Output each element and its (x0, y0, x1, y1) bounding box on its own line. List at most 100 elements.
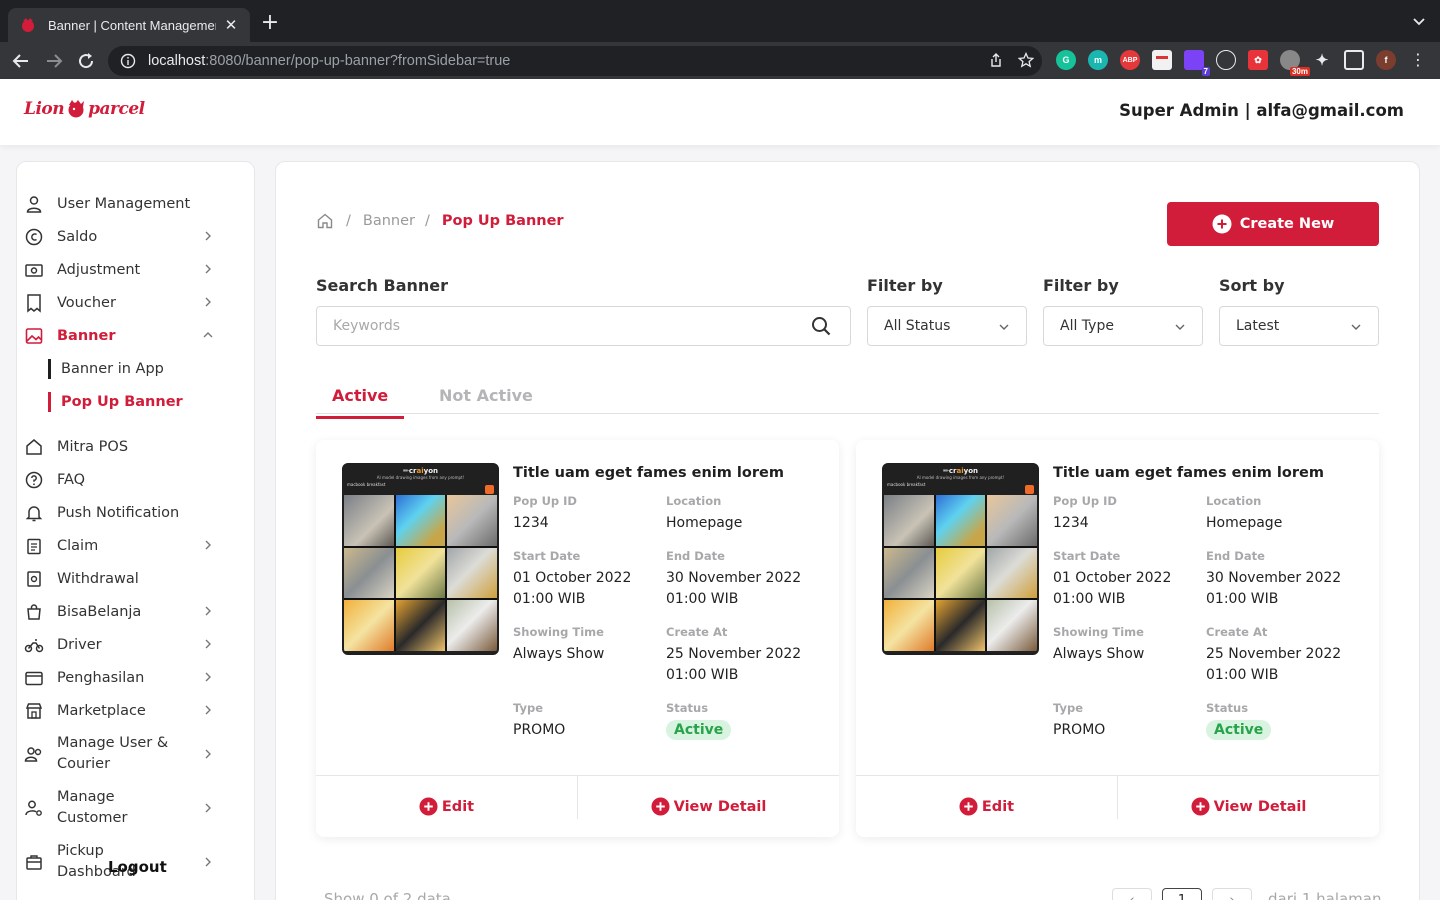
brand-end: yon (963, 467, 978, 475)
sidebar-item-withdrawal[interactable]: Withdrawal (24, 568, 214, 590)
url-host: localhost (148, 53, 206, 69)
search-input[interactable] (333, 318, 810, 334)
sidebar-item-manage-customer[interactable]: Manage Customer (24, 787, 214, 829)
plus-circle-icon (419, 797, 438, 816)
meta-label: Create At (1206, 625, 1268, 639)
close-tab-icon[interactable]: ✕ (222, 16, 240, 34)
grammarly-extension-icon[interactable]: G (1056, 50, 1076, 70)
user-account-label[interactable]: Super Admin | alfa@gmail.com (1119, 101, 1404, 120)
tab-not-active[interactable]: Not Active (439, 386, 533, 414)
meta-label: End Date (1206, 549, 1265, 563)
meta-label: Type (1053, 701, 1084, 715)
lion-favicon-icon (22, 18, 34, 32)
meta-label: Showing Time (513, 625, 604, 639)
meta-label: Status (1206, 701, 1249, 715)
sidebar-item-voucher[interactable]: Voucher (24, 292, 214, 314)
logo-text-right: parcel (88, 99, 145, 119)
search-icon[interactable] (810, 315, 832, 337)
browser-menu-icon[interactable]: ⋮ (1410, 52, 1426, 68)
sidebar-item-label: Penghasilan (57, 669, 145, 686)
thumbnail-cell (344, 600, 394, 651)
sidebar-item-label: Adjustment (57, 261, 141, 278)
meta-label: Pop Up ID (1053, 494, 1117, 508)
sidebar-subitem-pop-up-banner[interactable]: Pop Up Banner (48, 392, 183, 412)
view-detail-button[interactable]: View Detail (578, 776, 839, 837)
sidebar-item-label: Mitra POS (57, 438, 129, 455)
edit-button[interactable]: Edit (316, 776, 577, 837)
shopping-bag-icon (27, 604, 41, 620)
new-tab-icon[interactable]: + (258, 12, 282, 34)
status-filter-select[interactable]: All Status (867, 306, 1027, 346)
globe-extension-icon[interactable] (1216, 50, 1236, 70)
plus-circle-icon (1212, 214, 1232, 234)
url-text: localhost:8080/banner/pop-up-banner?from… (148, 53, 510, 69)
sort-select[interactable]: Latest (1219, 306, 1379, 346)
logout-button[interactable]: Logout (108, 858, 167, 876)
prev-page-button[interactable]: ‹ (1112, 888, 1152, 900)
site-info-icon[interactable] (120, 53, 136, 69)
create-new-button[interactable]: Create New (1167, 202, 1379, 246)
tab-search-chevron-icon[interactable] (1412, 14, 1426, 28)
view-detail-label: View Detail (1213, 798, 1307, 815)
chevron-right-icon (205, 606, 211, 616)
sidebar-item-saldo[interactable]: Saldo (24, 226, 214, 248)
sidebar-item-claim[interactable]: Claim (24, 535, 214, 557)
sidebar-item-adjustment[interactable]: Adjustment (24, 259, 214, 281)
meta-start-date: Start Date 01 October 2022 01:00 WIB (513, 548, 663, 610)
meta-label: Status (666, 701, 709, 715)
breadcrumb: / Banner / Pop Up Banner (316, 212, 564, 230)
puzzle-extension-icon[interactable]: 7 (1184, 50, 1210, 76)
extensions-puzzle-icon[interactable]: ✦ (1312, 50, 1332, 70)
sidebar-item-banner[interactable]: Banner (24, 325, 214, 347)
sidebar-item-mitra-pos[interactable]: Mitra POS (24, 436, 214, 458)
adblock-extension-icon[interactable]: ABP (1120, 50, 1140, 70)
pagination-total: dari 1 halaman (1268, 890, 1382, 900)
address-bar[interactable]: localhost:8080/banner/pop-up-banner?from… (108, 46, 1042, 76)
lion-parcel-logo[interactable]: Lion parcel (24, 99, 145, 119)
sidebar-item-driver[interactable]: Driver (24, 634, 214, 656)
banner-thumbnail[interactable]: ✏craiyon AI model drawing images from an… (342, 463, 499, 655)
next-page-button[interactable]: › (1212, 888, 1252, 900)
red-extension-icon[interactable]: ✿ (1248, 50, 1268, 70)
thumbnail-cell (884, 600, 934, 651)
sidebar-subitem-banner-in-app[interactable]: Banner in App (48, 359, 164, 379)
current-page-input[interactable]: 1 (1162, 888, 1202, 900)
sidebar-item-faq[interactable]: FAQ (24, 469, 214, 491)
meta-created-at: Create At 25 November 2022 01:00 WIB (666, 624, 816, 686)
share-icon[interactable] (988, 52, 1004, 68)
breadcrumb-banner[interactable]: Banner (363, 213, 415, 229)
thumbnail-cell (987, 495, 1037, 546)
browser-tab[interactable]: Banner | Content Management ✕ (8, 8, 250, 42)
reload-icon[interactable] (75, 50, 97, 72)
back-arrow-icon[interactable] (10, 50, 32, 72)
view-detail-button[interactable]: View Detail (1118, 776, 1379, 837)
home-icon[interactable] (316, 212, 334, 230)
notes-extension-icon[interactable] (1152, 50, 1172, 70)
meta-end-date: End Date 30 November 2022 01:00 WIB (1206, 548, 1356, 610)
sidebar-item-manage-user-courier[interactable]: Manage User & Courier (24, 733, 214, 775)
sidepanel-icon[interactable] (1344, 50, 1364, 70)
browser-tabstrip: Banner | Content Management ✕ + (0, 0, 1440, 42)
profile-avatar[interactable]: f (1376, 50, 1396, 70)
thumbnail-cell (395, 547, 446, 599)
sidebar-item-push-notification[interactable]: Push Notification (24, 502, 214, 524)
sidebar-item-marketplace[interactable]: Marketplace (24, 700, 214, 722)
search-label: Search Banner (316, 276, 449, 295)
type-filter-select[interactable]: All Type (1043, 306, 1203, 346)
edit-label: Edit (441, 798, 475, 815)
tab-active[interactable]: Active (316, 386, 405, 419)
sidebar-item-user-management[interactable]: User Management (24, 193, 214, 215)
sidebar-item-label: Saldo (57, 228, 98, 245)
edit-button[interactable]: Edit (856, 776, 1117, 837)
sidebar-item-penghasilan[interactable]: Penghasilan (24, 667, 214, 689)
m-extension-icon[interactable]: m (1088, 50, 1108, 70)
thumbnail-cell (987, 547, 1037, 599)
sidebar-item-bisabelanja[interactable]: BisaBelanja (24, 601, 214, 623)
bookmark-star-icon[interactable] (1018, 52, 1034, 68)
lion-head-icon (68, 100, 85, 118)
filter-status-label: Filter by (867, 276, 943, 295)
timer-extension-icon[interactable]: 30m (1280, 50, 1310, 76)
banner-thumbnail[interactable]: ✏craiyon AI model drawing images from an… (882, 463, 1039, 655)
meta-value: 01:00 WIB (666, 591, 739, 607)
forward-arrow-icon[interactable] (43, 50, 65, 72)
